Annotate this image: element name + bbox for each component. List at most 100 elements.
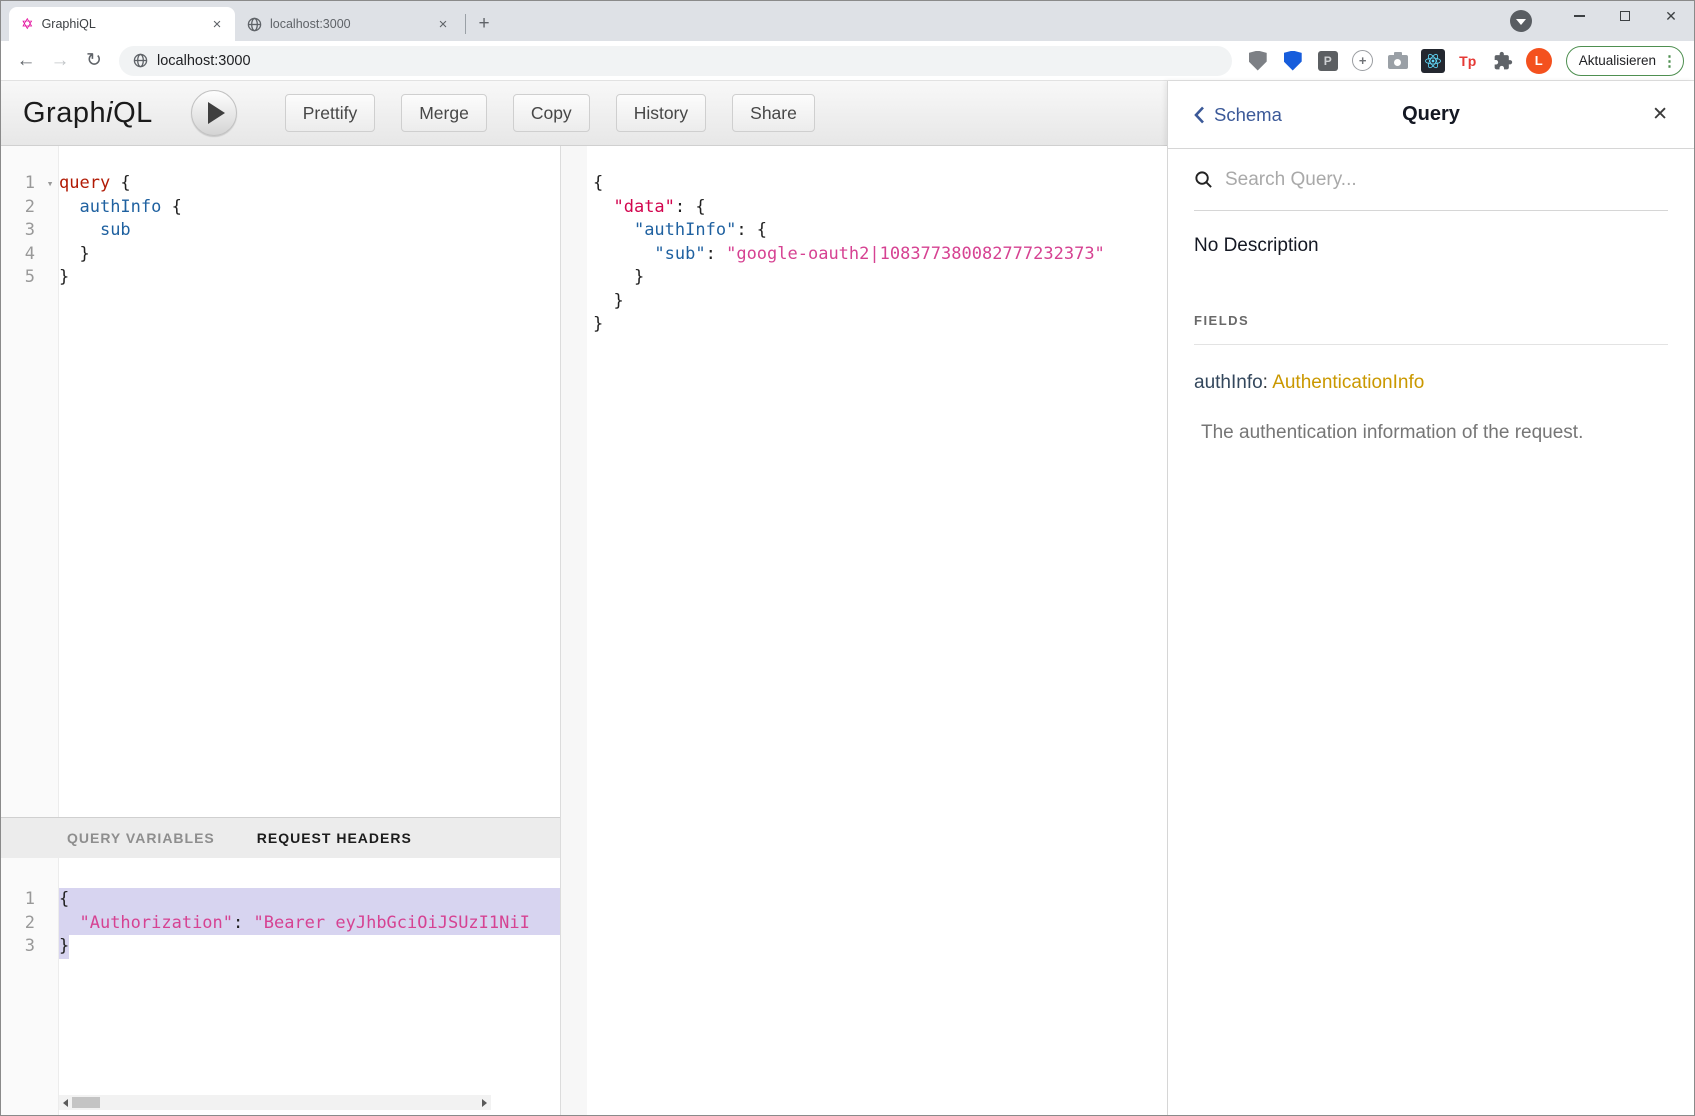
text-selection xyxy=(530,912,560,936)
merge-button[interactable]: Merge xyxy=(401,94,487,132)
share-button[interactable]: Share xyxy=(732,94,815,132)
doc-back-label: Schema xyxy=(1214,104,1282,126)
code-token: "data" xyxy=(613,196,674,220)
code-line: } xyxy=(561,290,1167,314)
code-indent xyxy=(59,219,100,243)
copy-button[interactable]: Copy xyxy=(513,94,590,132)
code-token: } xyxy=(613,290,623,314)
history-button[interactable]: History xyxy=(616,94,706,132)
address-bar[interactable]: localhost:3000 xyxy=(119,46,1232,76)
code-line: } xyxy=(561,266,1167,290)
code-token: query xyxy=(59,172,110,196)
code-token: { xyxy=(59,888,69,912)
line-number: 4 xyxy=(1,243,41,267)
window-close-button[interactable]: ✕ xyxy=(1648,1,1694,31)
search-icon xyxy=(1194,170,1213,189)
new-tab-button[interactable]: + xyxy=(470,10,498,38)
p-extension-icon[interactable]: P xyxy=(1316,49,1340,73)
code-token: : xyxy=(706,243,726,267)
camera-extension-icon[interactable] xyxy=(1386,49,1410,73)
line-number: 2 xyxy=(1,912,41,936)
execute-button[interactable] xyxy=(191,90,237,136)
request-headers-editor[interactable]: 1 { 2 "Authorization": "Bearer eyJhbGciO… xyxy=(1,858,560,1115)
code-token: "google-oauth2|108377380082777232373" xyxy=(726,243,1105,267)
chevron-left-icon xyxy=(1194,106,1205,124)
bottom-panel-tabbar: QUERY VARIABLES REQUEST HEADERS xyxy=(1,817,560,858)
doc-search-input[interactable] xyxy=(1225,169,1668,191)
code-token: { xyxy=(161,196,181,220)
move-tool-extension-icon[interactable]: + xyxy=(1351,49,1375,73)
code-token: } xyxy=(634,266,644,290)
profile-avatar[interactable]: L xyxy=(1526,48,1552,74)
horizontal-scrollbar[interactable] xyxy=(59,1095,491,1110)
code-line: "authInfo": { xyxy=(561,219,1167,243)
code-token: sub xyxy=(100,219,131,243)
tab-search-button[interactable] xyxy=(1510,10,1532,32)
code-indent xyxy=(587,196,613,220)
tab-close-icon[interactable]: × xyxy=(209,16,225,33)
code-line: 1 { xyxy=(1,888,560,912)
tab-localhost[interactable]: localhost:3000 × xyxy=(235,7,461,41)
update-button-label: Aktualisieren xyxy=(1579,53,1656,68)
tp-extension-icon[interactable]: Tp xyxy=(1456,49,1480,73)
doc-back-link[interactable]: Schema xyxy=(1194,104,1282,126)
fold-icon[interactable]: ▾ xyxy=(41,172,59,196)
maximize-button[interactable] xyxy=(1602,1,1648,31)
reload-icon[interactable]: ↻ xyxy=(79,46,109,76)
result-gutter xyxy=(561,146,587,1115)
code-token: } xyxy=(59,935,69,959)
scroll-left-icon[interactable] xyxy=(59,1095,72,1110)
line-number: 3 xyxy=(1,935,41,959)
text-selection xyxy=(69,888,560,912)
ublock-extension-icon[interactable] xyxy=(1246,49,1270,73)
code-line: 4 } xyxy=(1,243,560,267)
update-button[interactable]: Aktualisieren ⋮ xyxy=(1566,46,1684,76)
divider xyxy=(1194,344,1668,345)
tab-request-headers[interactable]: REQUEST HEADERS xyxy=(257,830,412,846)
line-number: 3 xyxy=(1,219,41,243)
query-column: 1 ▾ query { 2 authInfo { 3 s xyxy=(1,146,561,1115)
back-icon[interactable]: ← xyxy=(11,46,41,76)
prettify-button[interactable]: Prettify xyxy=(285,94,375,132)
tab-close-icon[interactable]: × xyxy=(435,16,451,33)
code-line: 1 ▾ query { xyxy=(1,172,560,196)
code-line: 5 } xyxy=(1,266,560,290)
field-name-link[interactable]: authInfo xyxy=(1194,372,1263,393)
code-token: } xyxy=(587,313,603,337)
line-number: 1 xyxy=(1,172,41,196)
code-line: 3 } xyxy=(1,935,560,959)
tab-strip: ✡ GraphiQL × localhost:3000 × + ✕ xyxy=(1,1,1694,41)
forward-icon[interactable]: → xyxy=(45,46,75,76)
doc-body: No Description FIELDS authInfo: Authenti… xyxy=(1168,211,1694,468)
play-icon xyxy=(208,102,225,124)
minimize-button[interactable] xyxy=(1556,1,1602,31)
fields-heading: FIELDS xyxy=(1194,313,1668,328)
line-number: 2 xyxy=(1,196,41,220)
scroll-right-icon[interactable] xyxy=(478,1095,491,1110)
react-devtools-extension-icon[interactable] xyxy=(1421,49,1445,73)
query-editor[interactable]: 1 ▾ query { 2 authInfo { 3 s xyxy=(1,146,560,817)
field-type-link[interactable]: AuthenticationInfo xyxy=(1272,372,1424,393)
tab-query-variables[interactable]: QUERY VARIABLES xyxy=(67,830,215,846)
globe-icon xyxy=(247,17,262,32)
graphiql-topbar: GraphiQL Prettify Merge Copy History Sha… xyxy=(1,81,1167,146)
code-indent xyxy=(587,290,613,314)
bitwarden-extension-icon[interactable] xyxy=(1281,49,1305,73)
code-token: : xyxy=(233,912,253,936)
tab-divider xyxy=(465,14,466,34)
tab-title: GraphiQL xyxy=(42,17,201,31)
doc-close-icon[interactable]: ✕ xyxy=(1652,103,1668,126)
code-token: "Bearer eyJhbGciOiJSUzI1NiI xyxy=(254,912,530,936)
doc-explorer: Schema Query ✕ No Description FIELDS aut… xyxy=(1167,81,1694,1115)
address-text: localhost:3000 xyxy=(157,53,251,69)
overflow-menu-icon[interactable]: ⋮ xyxy=(1662,52,1677,70)
tab-graphiql[interactable]: ✡ GraphiQL × xyxy=(9,7,235,41)
code-line: 3 sub xyxy=(1,219,560,243)
scrollbar-thumb[interactable] xyxy=(72,1097,100,1108)
field-description: The authentication information of the re… xyxy=(1194,422,1668,444)
code-indent xyxy=(587,266,634,290)
extensions-puzzle-icon[interactable] xyxy=(1491,49,1515,73)
code-token: authInfo xyxy=(79,196,161,220)
code-line: ▾ { xyxy=(561,172,1167,196)
tab-title: localhost:3000 xyxy=(270,17,427,31)
